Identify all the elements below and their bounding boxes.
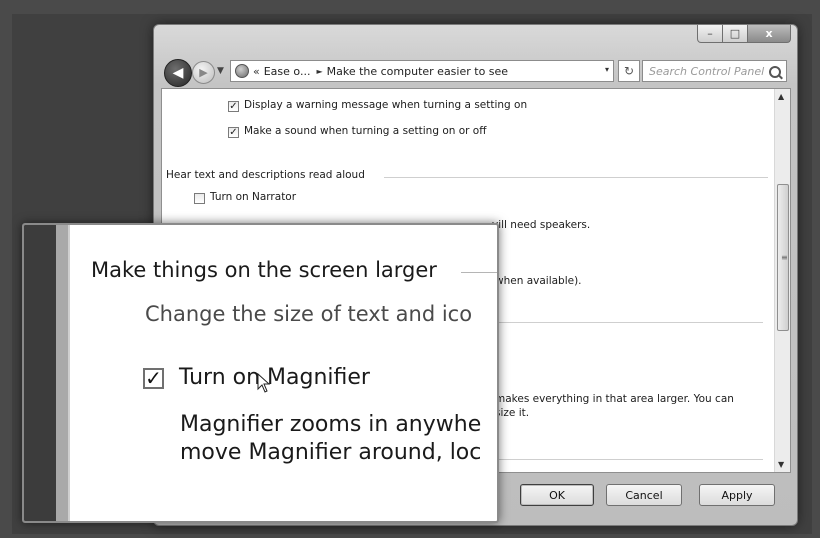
scroll-down-icon[interactable]: ▼: [778, 460, 784, 469]
turn-on-magnifier-checkbox[interactable]: ✓: [143, 368, 164, 389]
narrator-description: vill need speakers.: [492, 219, 591, 231]
sound-label[interactable]: Make a sound when turning a setting on o…: [244, 125, 486, 137]
section-divider: [384, 177, 768, 178]
back-arrow-icon[interactable]: ◀: [164, 59, 192, 87]
turn-on-magnifier-label[interactable]: Turn on Magnifier: [179, 365, 370, 390]
magnified-change-size-link[interactable]: Change the size of text and ico: [145, 302, 472, 326]
magnifier-description-line-1: Magnifier zooms in anywhe: [180, 412, 482, 437]
magnified-window-edge: [24, 225, 56, 521]
magnified-window-border: [56, 225, 70, 521]
search-placeholder: Search Control Panel: [649, 64, 765, 78]
maximize-button[interactable]: □: [723, 25, 748, 43]
recent-pages-dropdown-icon[interactable]: ▼: [217, 66, 224, 76]
section-divider: [495, 322, 763, 323]
vertical-scrollbar[interactable]: ▲ ≡ ▼: [774, 89, 790, 472]
breadcrumb-ease-of-access[interactable]: Ease o...: [264, 65, 311, 78]
search-icon[interactable]: [769, 66, 781, 78]
control-panel-icon: [235, 64, 249, 78]
magnifier-description-line-2: move Magnifier around, loc: [180, 440, 482, 465]
refresh-icon: ↻: [623, 64, 635, 78]
cancel-button[interactable]: Cancel: [606, 484, 682, 506]
scroll-up-icon[interactable]: ▲: [778, 92, 784, 101]
magnifier-lens: Make things on the screen larger Change …: [22, 223, 499, 523]
narrator-label[interactable]: Turn on Narrator: [210, 191, 296, 203]
magnified-section-divider: [461, 272, 497, 273]
section-divider: [495, 459, 763, 460]
refresh-button[interactable]: ↻: [618, 60, 640, 82]
address-dropdown-icon[interactable]: ▾: [605, 65, 609, 74]
apply-button[interactable]: Apply: [699, 484, 775, 506]
warning-message-checkbox[interactable]: ✓: [228, 101, 239, 112]
magnifier-description-line-2: size it.: [495, 407, 530, 419]
address-overflow-chevron-icon[interactable]: «: [253, 65, 260, 78]
sound-checkbox[interactable]: ✓: [228, 127, 239, 138]
mouse-pointer-icon: [257, 373, 271, 393]
navigation-bar: ◀ ▶ ▼ « Ease o... ► Make the computer ea…: [162, 59, 788, 87]
ok-button[interactable]: OK: [520, 484, 594, 506]
magnified-heading: Make things on the screen larger: [91, 258, 437, 282]
hear-text-heading: Hear text and descriptions read aloud: [166, 169, 365, 181]
breadcrumb-separator-icon[interactable]: ►: [316, 67, 322, 76]
search-input[interactable]: Search Control Panel: [642, 60, 787, 82]
breadcrumb-make-computer-easier-to-see[interactable]: Make the computer easier to see: [327, 65, 508, 78]
caption-buttons: – □ x: [697, 25, 791, 44]
scrollbar-thumb[interactable]: ≡: [777, 184, 789, 331]
minimize-button[interactable]: –: [697, 25, 723, 43]
audio-description-text: when available).: [495, 275, 582, 287]
forward-arrow-icon[interactable]: ▶: [192, 61, 215, 84]
close-button[interactable]: x: [748, 25, 791, 43]
scroll-grip-icon: ≡: [781, 253, 788, 262]
warning-message-label[interactable]: Display a warning message when turning a…: [244, 99, 527, 111]
address-bar[interactable]: « Ease o... ► Make the computer easier t…: [230, 60, 614, 82]
magnifier-description-line-1: makes everything in that area larger. Yo…: [495, 393, 734, 405]
narrator-checkbox[interactable]: [194, 193, 205, 204]
